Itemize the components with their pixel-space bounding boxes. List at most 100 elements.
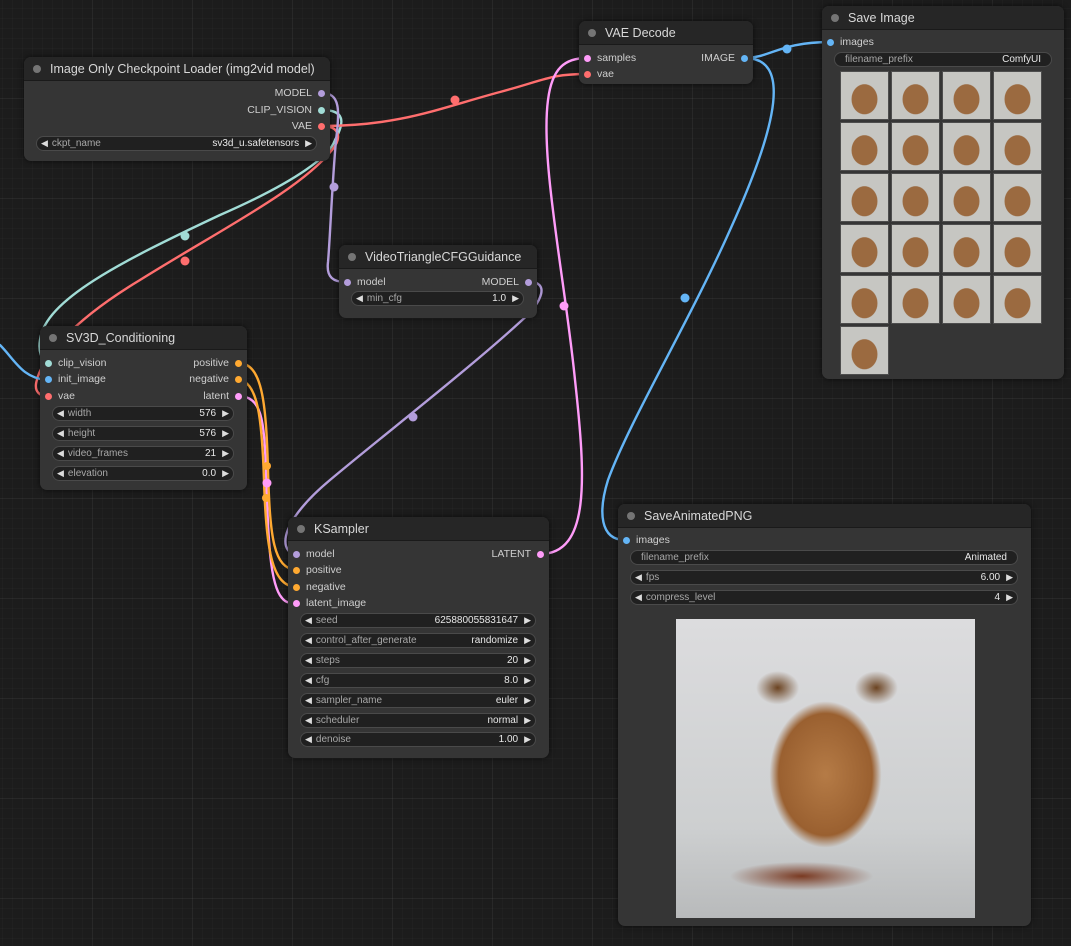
slot-dot-icon[interactable] [344,278,351,286]
slot-dot-icon[interactable] [235,392,242,400]
animated-image-preview[interactable] [676,619,975,918]
slot-dot-icon[interactable] [623,536,630,544]
node-title-bar[interactable]: VideoTriangleCFGGuidance [339,245,537,269]
output-positive[interactable]: positive [193,356,242,370]
triangle-right-icon[interactable]: ▶ [524,635,531,646]
triangle-left-icon[interactable]: ◀ [635,572,642,583]
slot-dot-icon[interactable] [45,392,52,400]
preview-thumbnail[interactable] [840,173,889,222]
preview-thumbnail[interactable] [840,275,889,324]
widget-control-after-generate[interactable]: ◀ control_after_generate randomize ▶ [300,633,536,648]
node-title-bar[interactable]: SV3D_Conditioning [40,326,247,350]
slot-dot-icon[interactable] [293,566,300,574]
triangle-left-icon[interactable]: ◀ [57,428,64,439]
input-latent-image[interactable]: latent_image [293,596,366,610]
triangle-left-icon[interactable]: ◀ [57,468,64,479]
triangle-right-icon[interactable]: ▶ [524,734,531,745]
preview-thumbnail[interactable] [993,122,1042,171]
widget-seed[interactable]: ◀ seed 625880055831647 ▶ [300,613,536,628]
input-init-image[interactable]: init_image [45,372,106,386]
node-title-bar[interactable]: Save Image [822,6,1064,30]
widget-min-cfg[interactable]: ◀ min_cfg 1.0 ▶ [351,291,524,306]
triangle-left-icon[interactable]: ◀ [635,592,642,603]
node-save-animated-png[interactable]: SaveAnimatedPNG images filename_prefix A… [618,504,1031,926]
output-model[interactable]: MODEL [482,275,532,289]
triangle-left-icon[interactable]: ◀ [305,734,312,745]
input-model[interactable]: model [344,275,386,289]
slot-dot-icon[interactable] [235,375,242,383]
triangle-right-icon[interactable]: ▶ [524,615,531,626]
triangle-right-icon[interactable]: ▶ [1006,572,1013,583]
input-clip-vision[interactable]: clip_vision [45,356,106,370]
triangle-right-icon[interactable]: ▶ [222,408,229,419]
widget-compress-level[interactable]: ◀ compress_level 4 ▶ [630,590,1018,605]
slot-dot-icon[interactable] [293,550,300,558]
widget-elevation[interactable]: ◀ elevation 0.0 ▶ [52,466,234,481]
preview-thumbnail[interactable] [942,122,991,171]
slot-dot-icon[interactable] [827,38,834,46]
preview-thumbnail[interactable] [993,71,1042,120]
preview-thumbnail[interactable] [891,173,940,222]
input-images[interactable]: images [827,35,874,49]
preview-thumbnail[interactable] [891,224,940,273]
preview-thumbnail[interactable] [942,173,991,222]
triangle-right-icon[interactable]: ▶ [222,428,229,439]
preview-thumbnail[interactable] [840,122,889,171]
input-vae[interactable]: vae [584,67,614,81]
widget-filename-prefix[interactable]: filename_prefix Animated [630,550,1018,565]
output-latent[interactable]: latent [203,389,242,403]
triangle-right-icon[interactable]: ▶ [524,655,531,666]
output-model[interactable]: MODEL [275,86,325,100]
node-video-triangle-cfg-guidance[interactable]: VideoTriangleCFGGuidance model MODEL ◀ m… [339,245,537,318]
preview-thumbnail[interactable] [840,326,889,375]
slot-dot-icon[interactable] [741,54,748,62]
input-positive[interactable]: positive [293,563,342,577]
widget-height[interactable]: ◀ height 576 ▶ [52,426,234,441]
preview-thumbnail[interactable] [993,224,1042,273]
slot-dot-icon[interactable] [293,583,300,591]
node-title-bar[interactable]: VAE Decode [579,21,753,45]
triangle-right-icon[interactable]: ▶ [222,468,229,479]
slot-dot-icon[interactable] [318,106,325,114]
output-latent[interactable]: LATENT [492,547,544,561]
triangle-right-icon[interactable]: ▶ [524,715,531,726]
output-negative[interactable]: negative [189,372,242,386]
preview-thumbnail[interactable] [840,71,889,120]
node-ksampler[interactable]: KSampler model positive negative latent_… [288,517,549,758]
slot-dot-icon[interactable] [525,278,532,286]
triangle-right-icon[interactable]: ▶ [524,675,531,686]
slot-dot-icon[interactable] [293,599,300,607]
node-checkpoint-loader[interactable]: Image Only Checkpoint Loader (img2vid mo… [24,57,330,161]
slot-dot-icon[interactable] [45,359,52,367]
slot-dot-icon[interactable] [235,359,242,367]
preview-thumbnail[interactable] [942,71,991,120]
output-vae[interactable]: VAE [292,119,325,133]
input-images[interactable]: images [623,533,670,547]
input-model[interactable]: model [293,547,335,561]
triangle-left-icon[interactable]: ◀ [305,695,312,706]
widget-sampler-name[interactable]: ◀ sampler_name euler ▶ [300,693,536,708]
widget-cfg[interactable]: ◀ cfg 8.0 ▶ [300,673,536,688]
preview-thumbnail[interactable] [993,275,1042,324]
input-negative[interactable]: negative [293,580,346,594]
preview-thumbnail[interactable] [942,224,991,273]
input-samples[interactable]: samples [584,51,636,65]
triangle-right-icon[interactable]: ▶ [305,138,312,149]
node-vae-decode[interactable]: VAE Decode samples vae IMAGE [579,21,753,84]
triangle-left-icon[interactable]: ◀ [305,675,312,686]
triangle-left-icon[interactable]: ◀ [57,408,64,419]
node-title-bar[interactable]: Image Only Checkpoint Loader (img2vid mo… [24,57,330,81]
preview-thumbnail[interactable] [891,122,940,171]
triangle-right-icon[interactable]: ▶ [524,695,531,706]
triangle-right-icon[interactable]: ▶ [222,448,229,459]
preview-thumbnail[interactable] [891,71,940,120]
slot-dot-icon[interactable] [318,89,325,97]
triangle-left-icon[interactable]: ◀ [305,635,312,646]
node-title-bar[interactable]: KSampler [288,517,549,541]
slot-dot-icon[interactable] [318,122,325,130]
preview-thumbnail[interactable] [993,173,1042,222]
slot-dot-icon[interactable] [584,70,591,78]
preview-thumbnail[interactable] [891,275,940,324]
widget-filename-prefix[interactable]: filename_prefix ComfyUI [834,52,1052,67]
node-save-image[interactable]: Save Image images filename_prefix ComfyU… [822,6,1064,379]
